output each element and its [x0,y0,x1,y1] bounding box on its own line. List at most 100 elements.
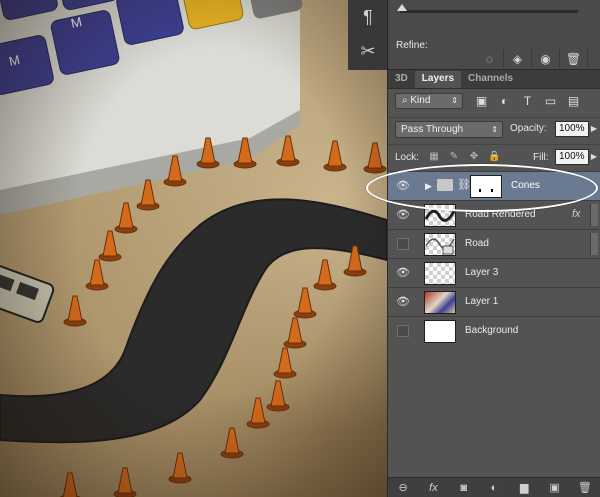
layers-panel: 3D Layers Channels ⌕ Kind ⇕ ▣ ◐ T ▭ ▤ Pas… [388,70,600,497]
layer-name: Road [465,238,489,249]
mask-icon[interactable]: ◈ [504,50,532,68]
adjustment-icon[interactable]: ◐ [484,480,504,496]
fx-badge[interactable]: fx [572,208,581,220]
layer-name: Road Rendered [465,209,536,220]
shape-filter-icon[interactable]: ▭ [543,94,558,109]
cone [63,295,87,327]
visibility-icon[interactable]: ◉ [532,50,560,68]
lock-transparent-icon[interactable]: ▦ [428,151,440,163]
properties-panel: Refine: ◌ ◈ ◉ 🗑 [388,0,600,70]
layer-thumbnail[interactable] [424,233,456,256]
opacity-dropdown-icon[interactable]: ▶ [589,121,599,137]
scrollbar-nub[interactable] [590,204,598,226]
expand-arrow-icon[interactable]: ▶ [425,181,432,192]
cone [98,230,122,262]
eye-icon[interactable]: 👁 [395,208,411,222]
cone [283,317,307,349]
add-mask-icon[interactable]: ◙ [454,480,474,496]
eye-icon[interactable]: 👁 [395,266,411,280]
mask-dot [479,189,481,192]
layer-row-layer-3[interactable]: 👁 Layer 3 [388,258,600,287]
layer-thumbnail[interactable] [424,204,456,227]
cone [113,467,137,497]
paragraph-icon[interactable]: ¶ [354,4,382,30]
layer-name: Layer 1 [465,296,499,307]
layer-thumbnail[interactable] [424,320,456,343]
filter-kind-select[interactable]: ⌕ Kind ⇕ [395,93,463,109]
layer-thumbnail[interactable] [424,291,456,314]
calculator-image: M M [0,0,303,215]
filter-kind-value: Kind [410,95,431,106]
eye-icon[interactable]: 👁 [395,179,411,193]
cone [276,135,300,167]
eye-icon[interactable]: 👁 [395,295,411,309]
chain-link-icon[interactable]: ⛓ [457,178,471,191]
smart-object-filter-icon[interactable]: ▤ [566,94,581,109]
fill-dropdown-icon[interactable]: ▶ [589,149,599,165]
lock-position-icon[interactable]: ✥ [468,151,480,163]
cone [293,287,317,319]
tab-3d[interactable]: 3D [388,71,415,88]
trash-icon[interactable]: 🗑 [560,50,588,68]
selection-icon[interactable]: ◌ [476,50,504,68]
adjustment-filter-icon[interactable]: ◐ [497,94,512,109]
density-slider-track[interactable] [400,10,578,13]
panel-tool-strip: ¶ ✂ [348,0,388,70]
toy-car-image [0,263,55,323]
new-layer-icon[interactable]: ▣ [545,480,565,496]
layer-thumbnail[interactable] [424,262,456,285]
spin-icon: ⇕ [451,96,458,105]
cone [363,142,387,174]
type-filter-icon[interactable]: T [520,94,535,109]
blend-row: Pass Through ⇕ Opacity: 100% ▶ [388,117,600,141]
mask-dot [491,189,493,192]
road-shape [0,198,387,444]
cone [273,347,297,379]
blend-mode-select[interactable]: Pass Through ⇕ [395,121,503,138]
fx-icon[interactable]: fx [423,480,443,496]
tools-icon[interactable]: ✂ [354,38,382,64]
spin-icon: ⇕ [491,125,498,134]
paragraph-glyph: ¶ [363,6,373,27]
layer-row-background[interactable]: Background [388,316,600,345]
layer-row-layer-1[interactable]: 👁 Layer 1 [388,287,600,316]
cone [85,259,109,291]
lock-label: Lock: [395,152,419,163]
density-slider-thumb[interactable] [397,4,407,11]
layer-row-road[interactable]: Road [388,229,600,258]
cone [220,427,244,459]
opacity-input[interactable]: 100% [555,121,589,137]
visibility-toggle[interactable] [397,238,409,250]
canvas-photo: M M [0,0,387,497]
cone [136,179,160,211]
scrollbar-nub[interactable] [590,233,598,255]
cone [313,259,337,291]
tab-channels[interactable]: Channels [461,71,520,88]
filter-row: ⌕ Kind ⇕ ▣ ◐ T ▭ ▤ [388,89,600,115]
layer-row-road-rendered[interactable]: 👁 Road Rendered fx [388,200,600,229]
lock-all-icon[interactable]: 🔒 [488,151,500,163]
cone [59,472,81,497]
layer-row-cones[interactable]: 👁 ▶ ⛓ Cones [388,171,600,200]
layers-bottom-bar: ⊖ fx ◙ ◐ ▆ ▣ 🗑 [388,477,600,497]
group-mask-thumbnail[interactable] [470,175,502,198]
image-filter-icon[interactable]: ▣ [474,94,489,109]
lock-image-icon[interactable]: ✎ [448,151,460,163]
document-canvas[interactable]: M M [0,0,387,497]
cone [114,202,138,234]
cone [323,140,347,172]
new-group-icon[interactable]: ▆ [514,480,534,496]
visibility-toggle[interactable] [397,325,409,337]
link-icon[interactable]: ⊖ [393,480,413,496]
layer-name: Cones [511,180,540,191]
fill-input[interactable]: 100% [555,149,589,165]
refine-label: Refine: [396,40,428,51]
cone [266,380,290,412]
tab-layers[interactable]: Layers [414,71,462,88]
lock-row: Lock: ▦ ✎ ✥ 🔒 Fill: 100% ▶ [388,144,600,169]
blend-mode-value: Pass Through [401,124,464,135]
delete-layer-icon[interactable]: 🗑 [575,480,595,496]
cone [168,452,192,484]
opacity-label: Opacity: [510,123,547,134]
tools-glyph: ✂ [360,40,376,61]
